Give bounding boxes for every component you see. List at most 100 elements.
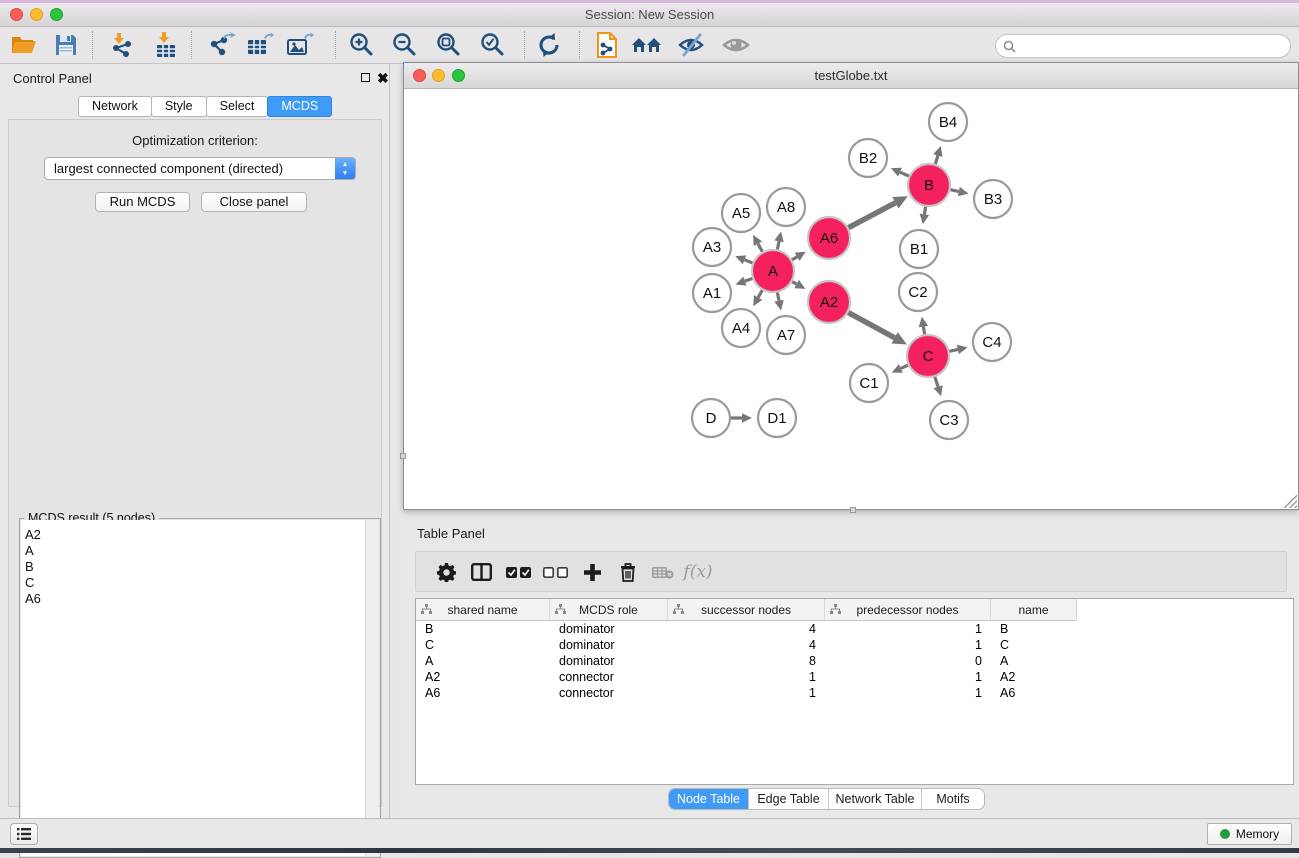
column-header-predecessor-nodes[interactable]: predecessor nodes (825, 599, 991, 621)
node-C[interactable]: C (907, 335, 949, 377)
table-cell[interactable]: connector (550, 685, 668, 701)
deselect-all-button[interactable] (539, 557, 571, 587)
node-D1[interactable]: D1 (758, 399, 796, 437)
node-C1[interactable]: C1 (850, 364, 888, 402)
tab-mcds[interactable]: MCDS (267, 96, 332, 117)
show-graphics-button[interactable] (719, 29, 753, 61)
column-header-MCDS-role[interactable]: MCDS role (550, 599, 668, 621)
network-document-button[interactable] (590, 29, 624, 61)
node-D[interactable]: D (692, 399, 730, 437)
table-row[interactable]: Adominator80A (416, 653, 1293, 669)
network-view-window[interactable]: testGlobe.txt B4B2BB3A8A5A6A3B1AC2A1A2A4… (403, 62, 1299, 510)
search-box[interactable] (995, 34, 1291, 58)
node-A[interactable]: A (752, 250, 794, 292)
edge-A-A3[interactable] (745, 260, 753, 263)
node-A6[interactable]: A6 (808, 217, 850, 259)
tab-motifs[interactable]: Motifs (922, 789, 984, 809)
mcds-result-item[interactable]: A (25, 543, 379, 559)
mcds-result-item[interactable]: B (25, 559, 379, 575)
minimize-traffic-light[interactable] (30, 8, 43, 21)
frame-resize-handle-left[interactable] (400, 453, 406, 459)
edge-B-B3[interactable] (950, 190, 958, 192)
network-window-titlebar[interactable]: testGlobe.txt (404, 63, 1298, 89)
task-history-button[interactable] (10, 823, 38, 845)
mcds-result-item[interactable]: A2 (25, 527, 379, 543)
column-header-name[interactable]: name (991, 599, 1077, 621)
table-cell[interactable]: 4 (668, 637, 825, 653)
save-session-button[interactable] (49, 29, 83, 61)
edge-A-A5[interactable] (758, 244, 762, 252)
close-traffic-light[interactable] (10, 8, 23, 21)
table-cell[interactable]: dominator (550, 637, 668, 653)
table-row[interactable]: Cdominator41C (416, 637, 1293, 653)
edge-A-A2[interactable] (792, 282, 796, 284)
zoom-traffic-light[interactable] (50, 8, 63, 21)
apply-layout-button[interactable] (532, 29, 566, 61)
criterion-dropdown[interactable]: largest connected component (directed) ▲… (44, 157, 356, 180)
open-session-button[interactable] (7, 29, 41, 61)
network-canvas[interactable]: B4B2BB3A8A5A6A3B1AC2A1A2A4A7C4CC1C3DD1 (404, 89, 1298, 509)
hide-graphics-button[interactable] (675, 29, 709, 61)
mcds-result-item[interactable]: A6 (25, 591, 379, 607)
create-column-button[interactable] (576, 557, 608, 587)
minimize-traffic-light[interactable] (432, 69, 445, 82)
column-selector-button[interactable] (465, 557, 497, 587)
main-titlebar[interactable]: Session: New Session (0, 3, 1299, 27)
home-views-button[interactable] (630, 29, 664, 61)
dropdown-stepper-icon[interactable]: ▲▼ (335, 158, 355, 179)
tab-network[interactable]: Network (78, 96, 152, 117)
float-panel-icon[interactable] (361, 73, 370, 82)
run-mcds-button[interactable]: Run MCDS (95, 192, 190, 212)
table-cell[interactable]: connector (550, 669, 668, 685)
node-B3[interactable]: B3 (974, 180, 1012, 218)
node-table[interactable]: shared nameMCDS rolesuccessor nodesprede… (415, 598, 1294, 785)
export-network-button[interactable] (205, 29, 239, 61)
table-cell[interactable]: A2 (416, 669, 550, 685)
zoom-fit-button[interactable] (432, 29, 466, 61)
table-cell[interactable]: 8 (668, 653, 825, 669)
zoom-selected-button[interactable] (476, 29, 510, 61)
mcds-result-item[interactable]: C (25, 575, 379, 591)
node-C3[interactable]: C3 (930, 401, 968, 439)
node-A3[interactable]: A3 (693, 228, 731, 266)
table-row[interactable]: A2connector11A2 (416, 669, 1293, 685)
export-table-button[interactable] (243, 29, 277, 61)
close-panel-icon[interactable]: ✖ (377, 73, 389, 83)
import-table-button[interactable] (149, 29, 183, 61)
memory-button[interactable]: Memory (1207, 823, 1292, 845)
node-C4[interactable]: C4 (973, 323, 1011, 361)
edge-A-A1[interactable] (745, 278, 752, 281)
node-A2[interactable]: A2 (808, 281, 850, 323)
table-row[interactable]: A6connector11A6 (416, 685, 1293, 701)
table-cell[interactable]: 1 (825, 669, 991, 685)
table-cell[interactable]: 1 (825, 621, 991, 637)
table-cell[interactable]: 1 (825, 685, 991, 701)
node-A7[interactable]: A7 (767, 316, 805, 354)
search-input[interactable] (1021, 39, 1290, 53)
table-cell[interactable]: A (416, 653, 550, 669)
close-panel-button[interactable]: Close panel (201, 192, 307, 212)
node-B4[interactable]: B4 (929, 103, 967, 141)
export-image-button[interactable] (283, 29, 317, 61)
function-builder-button[interactable]: f(x) (682, 557, 714, 587)
mcds-list-scrollbar[interactable] (365, 520, 379, 856)
frame-resize-grip[interactable] (1284, 495, 1297, 508)
table-cell[interactable]: A (991, 653, 1077, 669)
node-C2[interactable]: C2 (899, 273, 937, 311)
table-cell[interactable]: 1 (668, 669, 825, 685)
table-cell[interactable]: C (991, 637, 1077, 653)
edge-A6-B[interactable] (848, 203, 895, 228)
edge-B-B4[interactable] (935, 156, 938, 164)
tab-style[interactable]: Style (151, 96, 207, 117)
table-cell[interactable]: dominator (550, 621, 668, 637)
node-B[interactable]: B (908, 164, 950, 206)
edge-B-B1[interactable] (924, 207, 925, 215)
close-traffic-light[interactable] (413, 69, 426, 82)
delete-column-button[interactable] (612, 557, 644, 587)
tab-select[interactable]: Select (206, 96, 269, 117)
table-cell[interactable]: 0 (825, 653, 991, 669)
table-cell[interactable]: A2 (991, 669, 1077, 685)
select-all-button[interactable] (502, 557, 534, 587)
column-header-shared-name[interactable]: shared name (416, 599, 550, 621)
table-cell[interactable]: 4 (668, 621, 825, 637)
